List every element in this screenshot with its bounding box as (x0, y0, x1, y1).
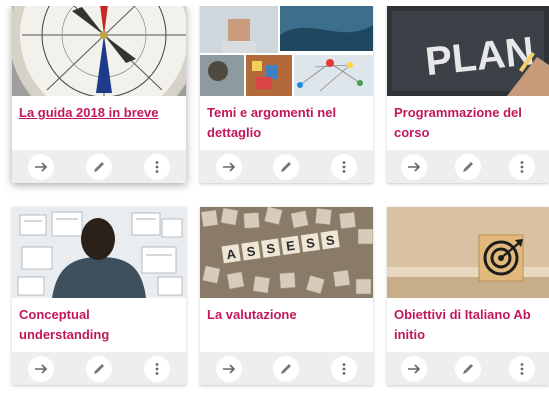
open-arrow-icon[interactable] (215, 153, 242, 180)
card-actions (12, 352, 186, 385)
card-title[interactable]: Temi e argomenti nel dettaglio (207, 103, 365, 143)
compass-image (12, 5, 186, 96)
target-block-image (387, 207, 549, 298)
open-arrow-icon[interactable] (401, 355, 427, 382)
more-vertical-icon[interactable] (509, 153, 535, 180)
more-vertical-icon[interactable] (331, 355, 358, 382)
card-programmazione[interactable]: PLAN Programmazione del corso (387, 5, 549, 183)
card-title[interactable]: La guida 2018 in breve (19, 103, 178, 123)
assess-tiles-image: ASS ESS (200, 207, 373, 298)
card-actions (387, 150, 549, 183)
card-title[interactable]: La valutazione (207, 305, 365, 325)
card-la-guida[interactable]: La guida 2018 in breve (12, 5, 186, 183)
card-title[interactable]: Obiettivi di Italiano Ab initio (394, 305, 541, 345)
more-vertical-icon[interactable] (144, 355, 170, 382)
pencil-icon[interactable] (455, 355, 481, 382)
open-arrow-icon[interactable] (28, 153, 54, 180)
pencil-icon[interactable] (273, 153, 300, 180)
card-la-valutazione[interactable]: ASS ESS La valutazione (200, 207, 373, 385)
top-edge (0, 0, 549, 6)
more-vertical-icon[interactable] (331, 153, 358, 180)
card-actions (12, 150, 186, 183)
card-title[interactable]: Conceptual understanding (19, 305, 178, 345)
more-vertical-icon[interactable] (509, 355, 535, 382)
more-vertical-icon[interactable] (144, 153, 170, 180)
card-actions (200, 150, 373, 183)
open-arrow-icon[interactable] (28, 355, 54, 382)
pencil-icon[interactable] (86, 355, 112, 382)
card-actions (200, 352, 373, 385)
card-temi-e-argomenti[interactable]: Temi e argomenti nel dettaglio (200, 5, 373, 183)
card-conceptual-understanding[interactable]: Conceptual understanding (12, 207, 186, 385)
card-actions (387, 352, 549, 385)
open-arrow-icon[interactable] (401, 153, 427, 180)
card-title[interactable]: Programmazione del corso (394, 103, 541, 143)
man-at-whiteboard-image (12, 207, 186, 298)
pencil-icon[interactable] (455, 153, 481, 180)
card-obiettivi[interactable]: Obiettivi di Italiano Ab initio (387, 207, 549, 385)
plan-chalkboard-image: PLAN (387, 5, 549, 96)
open-arrow-icon[interactable] (215, 355, 242, 382)
collage-image (200, 5, 373, 96)
pencil-icon[interactable] (86, 153, 112, 180)
pencil-icon[interactable] (273, 355, 300, 382)
